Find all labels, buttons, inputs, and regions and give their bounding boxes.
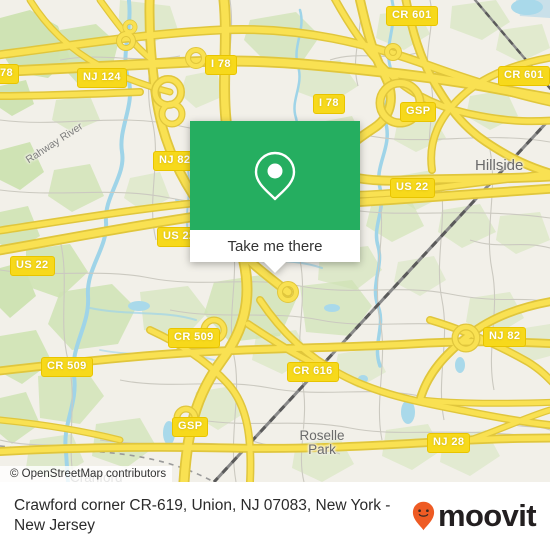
- moovit-wordmark: moovit: [437, 498, 537, 533]
- location-pin-icon: [254, 151, 296, 200]
- popup-tail: [264, 262, 286, 273]
- place-label-hillside: Hillside: [475, 157, 524, 174]
- place-label-park: Park: [308, 442, 336, 457]
- popup-header: [190, 121, 360, 230]
- road-shield: CR 601: [498, 66, 550, 86]
- location-popup-card[interactable]: Take me there: [190, 121, 360, 273]
- road-shield: GSP: [400, 102, 437, 122]
- footer-bar: Crawford corner CR-619, Union, NJ 07083,…: [0, 482, 550, 550]
- moovit-logo[interactable]: moovit: [412, 498, 537, 533]
- road-shield: NJ 82: [483, 327, 527, 347]
- road-shield: NJ 124: [77, 68, 127, 88]
- road-shield: CR 509: [168, 328, 220, 348]
- map-screen: 78 NJ 124 I 78 CR 601 CR 601 I 78 GSP NJ…: [0, 0, 550, 550]
- road-shield: CR 616: [287, 362, 339, 382]
- road-shield: I 78: [313, 94, 345, 114]
- take-me-there-label: Take me there: [227, 237, 323, 255]
- place-label-roselle: Roselle: [299, 428, 345, 443]
- road-shield: CR 601: [386, 6, 438, 26]
- map-canvas[interactable]: 78 NJ 124 I 78 CR 601 CR 601 I 78 GSP NJ…: [0, 0, 550, 482]
- road-shield: 78: [0, 64, 20, 84]
- road-shield: NJ 28: [427, 433, 471, 453]
- road-shield: US 22: [10, 256, 55, 276]
- osm-attribution-text: © OpenStreetMap contributors: [10, 468, 167, 480]
- address-label: Crawford corner CR-619, Union, NJ 07083,…: [14, 497, 391, 534]
- road-shield: US 22: [390, 178, 435, 198]
- road-shield: CR 509: [41, 357, 93, 377]
- osm-attribution[interactable]: © OpenStreetMap contributors: [0, 466, 173, 482]
- moovit-smiley-pin-icon: [412, 501, 435, 531]
- take-me-there-button[interactable]: Take me there: [190, 230, 360, 262]
- road-shield: GSP: [172, 417, 209, 437]
- road-shield: I 78: [205, 55, 237, 75]
